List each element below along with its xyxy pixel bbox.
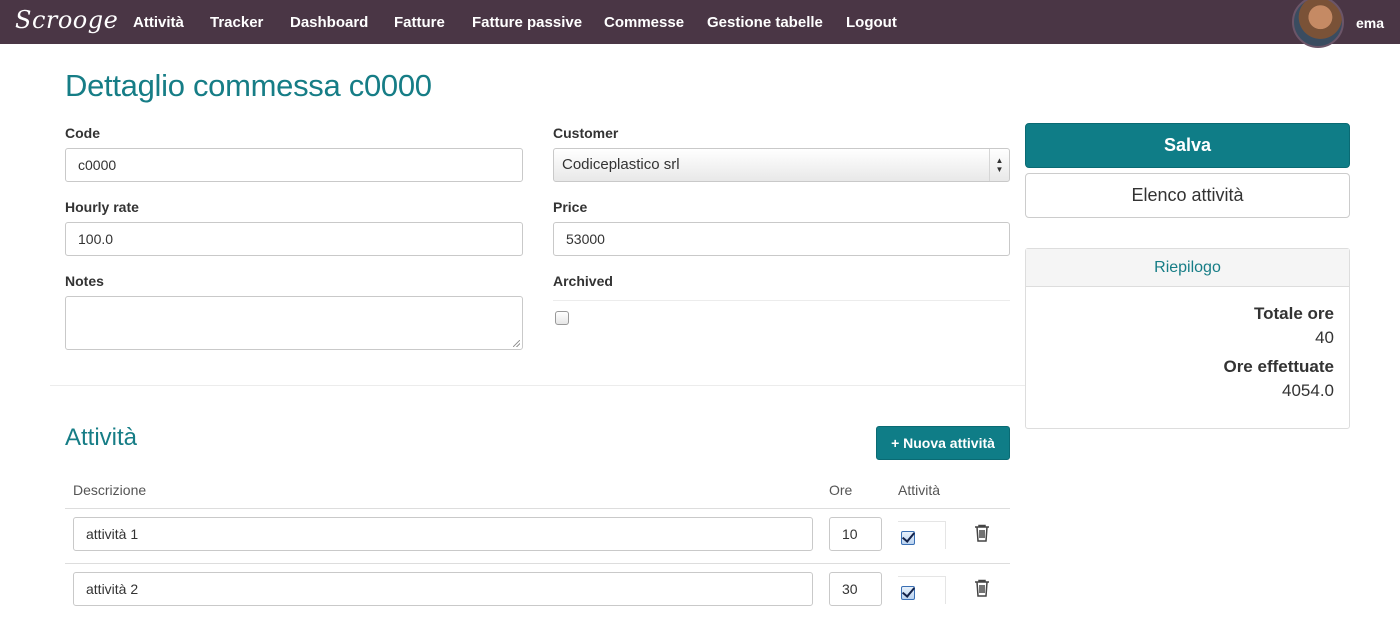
top-navbar: Scrooge Attività Tracker Dashboard Fattu… [0, 0, 1400, 48]
archived-label: Archived [553, 273, 613, 289]
page-title: Dettaglio commessa c0000 [65, 68, 432, 103]
hours-done-value: 4054.0 [1282, 381, 1334, 400]
nav-item-fatture-passive[interactable]: Fatture passive [472, 14, 582, 31]
activity-hours-field[interactable]: 30 [829, 572, 882, 606]
activities-title: Attività [65, 424, 138, 451]
column-header-attivita: Attività [898, 482, 941, 498]
activity-list-button[interactable]: Elenco attività [1025, 173, 1350, 218]
user-name[interactable]: ema [1356, 15, 1384, 31]
select-arrows-icon: ▲ ▼ [989, 149, 1009, 181]
hourly-rate-field[interactable]: 100.0 [65, 222, 523, 256]
nav-item-dashboard[interactable]: Dashboard [290, 14, 368, 31]
total-hours-label: Totale ore [1254, 304, 1334, 323]
nav-item-tracker[interactable]: Tracker [210, 14, 263, 31]
nav-item-fatture[interactable]: Fatture [394, 14, 445, 31]
price-field[interactable]: 53000 [553, 222, 1010, 256]
nav-item-commesse[interactable]: Commesse [604, 14, 684, 31]
row-divider [65, 563, 1010, 564]
customer-selected-value: Codiceplastico srl [562, 156, 680, 173]
brand-logo[interactable]: Scrooge [15, 6, 118, 34]
archived-row [553, 300, 1010, 334]
price-label: Price [553, 199, 588, 215]
activity-active-checkbox[interactable] [901, 531, 915, 545]
code-label: Code [65, 125, 100, 141]
nav-item-gestione-tabelle[interactable]: Gestione tabelle [707, 14, 823, 31]
notes-textarea[interactable] [65, 296, 523, 350]
hourly-rate-label: Hourly rate [65, 199, 139, 215]
resize-grip-icon[interactable] [513, 340, 520, 347]
activity-description-field[interactable]: attività 2 [73, 572, 813, 606]
nav-item-logout[interactable]: Logout [846, 14, 897, 31]
nav-item-attivita[interactable]: Attività [133, 14, 184, 31]
hours-done-label: Ore effettuate [1223, 357, 1334, 376]
customer-label: Customer [553, 125, 619, 141]
trash-icon[interactable] [974, 524, 990, 542]
activity-description-field[interactable]: attività 1 [73, 517, 813, 551]
column-header-descrizione: Descrizione [73, 482, 147, 498]
new-activity-button[interactable]: + Nuova attività [876, 426, 1010, 460]
total-hours-value: 40 [1315, 328, 1334, 347]
trash-icon[interactable] [974, 579, 990, 597]
activity-hours-field[interactable]: 10 [829, 517, 882, 551]
summary-heading: Riepilogo [1026, 249, 1349, 287]
code-field[interactable]: c0000 [65, 148, 523, 182]
activity-active-cell [898, 576, 946, 604]
avatar[interactable] [1292, 0, 1344, 48]
activity-active-checkbox[interactable] [901, 586, 915, 600]
column-header-ore: Ore [829, 482, 853, 498]
activity-active-cell [898, 521, 946, 549]
save-button[interactable]: Salva [1025, 123, 1350, 168]
divider [50, 385, 1025, 386]
summary-panel: Riepilogo Totale ore 40 Ore effettuate 4… [1025, 248, 1350, 429]
archived-checkbox[interactable] [555, 311, 569, 325]
table-header-border [65, 508, 1010, 509]
notes-label: Notes [65, 273, 104, 289]
customer-select[interactable]: Codiceplastico srl ▲ ▼ [553, 148, 1010, 182]
